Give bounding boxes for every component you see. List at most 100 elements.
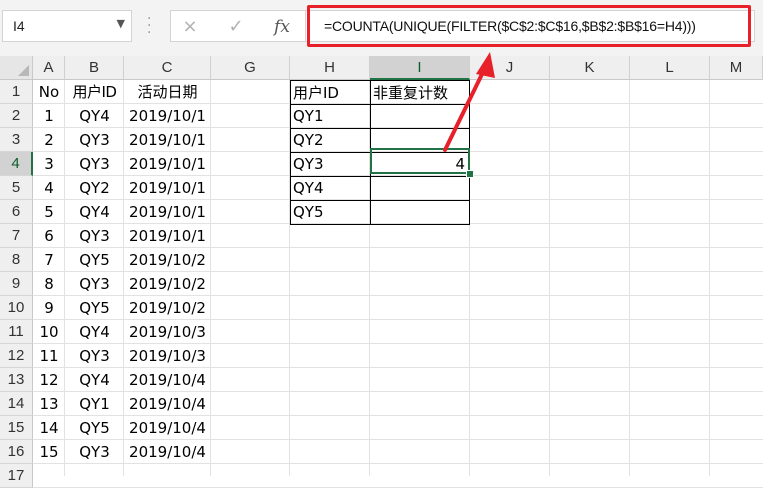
cell-no[interactable]: 12 <box>33 368 65 392</box>
row-header-14[interactable]: 14 <box>0 392 33 416</box>
cell-i1[interactable]: 非重复计数 <box>370 80 470 105</box>
row-header-10[interactable]: 10 <box>0 296 33 320</box>
cell-user-id[interactable]: QY5 <box>65 416 124 440</box>
row-header-15[interactable]: 15 <box>0 416 33 440</box>
name-box[interactable]: I4 ▼ <box>2 10 132 42</box>
column-header-c[interactable]: C <box>124 56 211 80</box>
column-header-g[interactable]: G <box>211 56 290 80</box>
cell-b1[interactable]: 用户ID <box>65 80 124 104</box>
cell-no[interactable]: 1 <box>33 104 65 128</box>
cell-activity-date[interactable]: 2019/10/4 <box>124 368 211 392</box>
cell-no[interactable]: 10 <box>33 320 65 344</box>
fill-handle[interactable] <box>466 170 474 178</box>
cell-user-id[interactable]: QY4 <box>65 320 124 344</box>
row-header-6[interactable]: 6 <box>0 200 33 224</box>
summary-user-id[interactable]: QY1 <box>290 104 371 129</box>
cell-activity-date[interactable]: 2019/10/1 <box>124 128 211 152</box>
row-header-5[interactable]: 5 <box>0 176 33 200</box>
cell-activity-date[interactable]: 2019/10/1 <box>124 224 211 248</box>
formula-buttons: × ✓ fx <box>170 10 305 42</box>
cell-activity-date[interactable]: 2019/10/2 <box>124 296 211 320</box>
cell-activity-date[interactable]: 2019/10/4 <box>124 416 211 440</box>
column-header-m[interactable]: M <box>710 56 763 80</box>
column-header-i[interactable]: I <box>370 56 470 80</box>
column-header-h[interactable]: H <box>290 56 370 80</box>
cell-activity-date[interactable]: 2019/10/2 <box>124 272 211 296</box>
summary-distinct-count[interactable] <box>370 200 470 225</box>
summary-user-id[interactable]: QY4 <box>290 176 371 201</box>
cell-a1[interactable]: No <box>33 80 65 104</box>
column-header-a[interactable]: A <box>33 56 65 80</box>
cell-no[interactable]: 8 <box>33 272 65 296</box>
cell-no[interactable]: 6 <box>33 224 65 248</box>
select-all-button[interactable] <box>0 56 33 80</box>
cell-user-id[interactable]: QY5 <box>65 296 124 320</box>
cell-user-id[interactable]: QY3 <box>65 224 124 248</box>
row-header-8[interactable]: 8 <box>0 248 33 272</box>
cancel-icon[interactable]: × <box>175 14 205 40</box>
column-header-b[interactable]: B <box>65 56 124 80</box>
cell-no[interactable]: 5 <box>33 200 65 224</box>
cell-no[interactable]: 2 <box>33 128 65 152</box>
row-header-1[interactable]: 1 <box>0 80 33 104</box>
row-header-3[interactable]: 3 <box>0 128 33 152</box>
cell-activity-date[interactable]: 2019/10/4 <box>124 392 211 416</box>
column-header-k[interactable]: K <box>550 56 630 80</box>
name-box-value: I4 <box>13 18 25 34</box>
active-cell-i4[interactable] <box>370 148 470 174</box>
cell-activity-date[interactable]: 2019/10/4 <box>124 440 211 464</box>
row-header-7[interactable]: 7 <box>0 224 33 248</box>
cell-no[interactable]: 13 <box>33 392 65 416</box>
spreadsheet-grid: A B C G H I J K L M 1 2 3 4 5 6 7 8 9 10 11 12 13 14 1… <box>0 56 763 488</box>
cell-user-id[interactable]: QY2 <box>65 176 124 200</box>
cell-no[interactable]: 14 <box>33 416 65 440</box>
formula-highlight-box <box>307 5 751 47</box>
cell-user-id[interactable]: QY4 <box>65 104 124 128</box>
cell-no[interactable]: 3 <box>33 152 65 176</box>
cell-no[interactable]: 9 <box>33 296 65 320</box>
cell-user-id[interactable]: QY3 <box>65 128 124 152</box>
cell-no[interactable]: 15 <box>33 440 65 464</box>
row-header-16[interactable]: 16 <box>0 440 33 464</box>
row-header-4[interactable]: 4 <box>0 152 33 176</box>
row-header-17[interactable]: 17 <box>0 464 33 488</box>
cell-user-id[interactable]: QY1 <box>65 392 124 416</box>
cell-no[interactable]: 7 <box>33 248 65 272</box>
cell-user-id[interactable]: QY5 <box>65 248 124 272</box>
cell-activity-date[interactable]: 2019/10/1 <box>124 152 211 176</box>
enter-icon[interactable]: ✓ <box>221 14 251 40</box>
gridline <box>709 80 710 476</box>
formula-bar-area: I4 ▼ · · · × ✓ fx =COUNTA(UNIQUE(FILTER($C… <box>0 0 763 56</box>
cell-user-id[interactable]: QY4 <box>65 200 124 224</box>
summary-distinct-count[interactable] <box>370 104 470 129</box>
cell-no[interactable]: 4 <box>33 176 65 200</box>
cell-activity-date[interactable]: 2019/10/1 <box>124 200 211 224</box>
cell-user-id[interactable]: QY3 <box>65 272 124 296</box>
cell-c1[interactable]: 活动日期 <box>124 80 211 104</box>
cell-user-id[interactable]: QY3 <box>65 152 124 176</box>
cell-h1[interactable]: 用户ID <box>290 80 371 105</box>
cell-user-id[interactable]: QY4 <box>65 368 124 392</box>
cell-user-id[interactable]: QY3 <box>65 440 124 464</box>
cell-no[interactable]: 11 <box>33 344 65 368</box>
cell-activity-date[interactable]: 2019/10/1 <box>124 176 211 200</box>
row-header-13[interactable]: 13 <box>0 368 33 392</box>
summary-distinct-count[interactable] <box>370 176 470 201</box>
row-header-11[interactable]: 11 <box>0 320 33 344</box>
row-header-12[interactable]: 12 <box>0 344 33 368</box>
row-header-9[interactable]: 9 <box>0 272 33 296</box>
cell-user-id[interactable]: QY3 <box>65 344 124 368</box>
column-header-j[interactable]: J <box>470 56 550 80</box>
summary-user-id[interactable]: QY2 <box>290 128 371 153</box>
summary-user-id[interactable]: QY5 <box>290 200 371 225</box>
cell-activity-date[interactable]: 2019/10/1 <box>124 104 211 128</box>
summary-user-id[interactable]: QY3 <box>290 152 371 177</box>
cell-activity-date[interactable]: 2019/10/3 <box>124 344 211 368</box>
gridline <box>629 80 630 476</box>
chevron-down-icon[interactable]: ▼ <box>117 17 125 30</box>
cell-activity-date[interactable]: 2019/10/3 <box>124 320 211 344</box>
row-header-2[interactable]: 2 <box>0 104 33 128</box>
insert-function-icon[interactable]: fx <box>267 14 297 40</box>
column-header-l[interactable]: L <box>630 56 710 80</box>
cell-activity-date[interactable]: 2019/10/2 <box>124 248 211 272</box>
